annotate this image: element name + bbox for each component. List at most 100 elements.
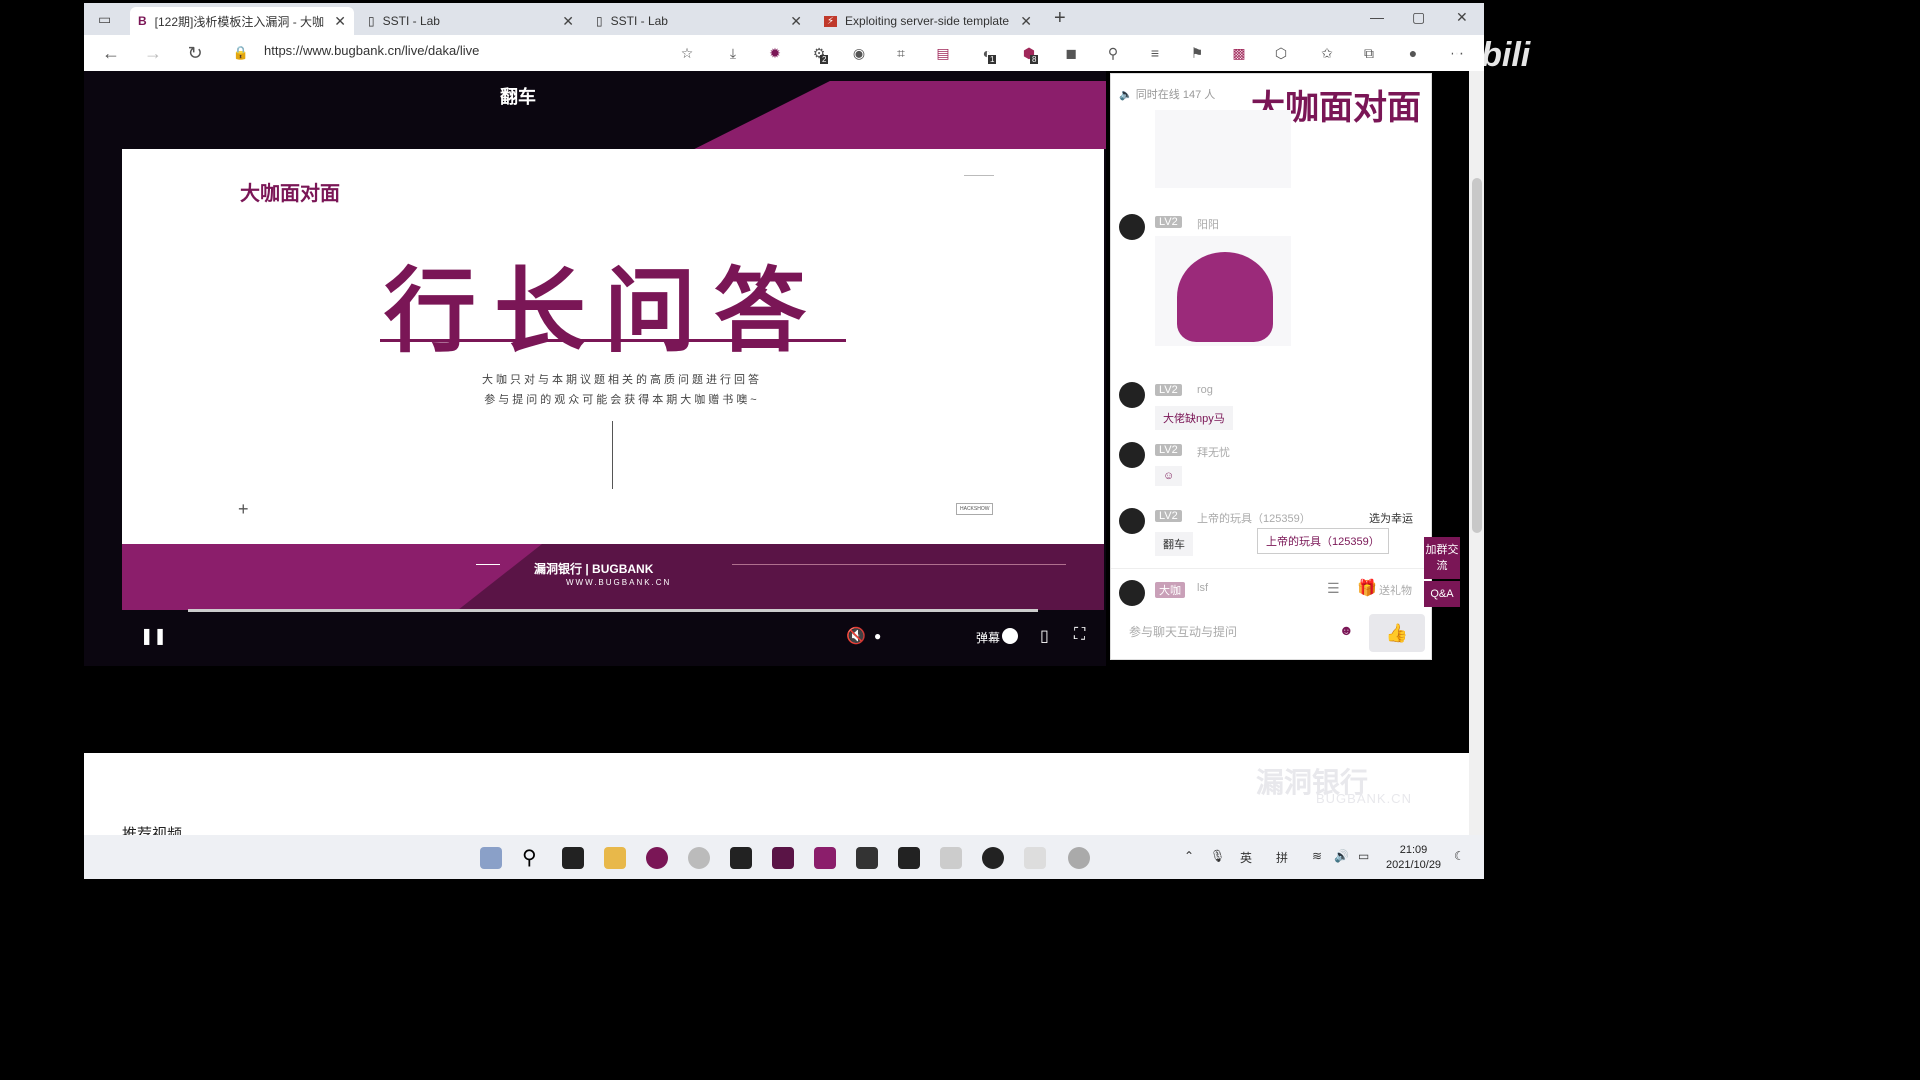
back-icon[interactable]: ← bbox=[100, 42, 122, 64]
new-tab-icon[interactable]: + bbox=[1054, 7, 1066, 30]
my-avatar[interactable] bbox=[1119, 580, 1145, 606]
tab-ssti-lab-1[interactable]: ▯ SSTI - Lab ✕ bbox=[360, 7, 582, 35]
page-content: 翻车 大咖面对面 行长问答 大咖只对与本期议题相关的高质问题进行回答 参与提问的… bbox=[84, 71, 1469, 879]
close-icon[interactable]: ✕ bbox=[562, 13, 574, 30]
volume-icon[interactable]: 🔊 bbox=[1334, 849, 1349, 863]
scrollbar-thumb[interactable] bbox=[1472, 178, 1482, 533]
microphone-icon[interactable]: 🎙 bbox=[1210, 849, 1225, 863]
gift-icon[interactable]: 🎁 bbox=[1357, 578, 1377, 598]
app-icon[interactable] bbox=[1024, 847, 1046, 869]
list-icon[interactable]: ☰ bbox=[1327, 580, 1340, 597]
ime-pinyin[interactable]: 拼 bbox=[1276, 849, 1288, 866]
lock-icon[interactable]: 🔒 bbox=[230, 42, 252, 64]
chat-input[interactable]: 参与聊天互动与提问 bbox=[1129, 623, 1237, 640]
edge-icon[interactable] bbox=[646, 847, 668, 869]
join-group-tab[interactable]: 加群交流 bbox=[1424, 537, 1460, 579]
notepad-icon[interactable] bbox=[940, 847, 962, 869]
extension-icon[interactable]: ▩ bbox=[1230, 44, 1248, 62]
avatar[interactable] bbox=[1119, 382, 1145, 408]
pause-icon[interactable]: ❚❚ bbox=[140, 626, 167, 646]
clock[interactable]: 21:09 2021/10/29 bbox=[1386, 843, 1441, 873]
collections-icon[interactable]: ⧉ bbox=[1360, 44, 1378, 62]
maximize-icon[interactable]: ▢ bbox=[1412, 9, 1425, 26]
app-icon[interactable] bbox=[1068, 847, 1090, 869]
window-close-icon[interactable]: ✕ bbox=[1456, 9, 1468, 26]
close-icon[interactable]: ✕ bbox=[790, 13, 802, 30]
username[interactable]: 阳阳 bbox=[1197, 216, 1219, 232]
send-gift-button[interactable]: 送礼物 bbox=[1379, 582, 1412, 598]
portswigger-favicon-icon: ⚡ bbox=[824, 15, 838, 27]
close-icon[interactable]: ✕ bbox=[1020, 13, 1032, 30]
minimize-icon[interactable]: — bbox=[1370, 9, 1384, 25]
chevron-up-icon[interactable]: ⌃ bbox=[1184, 849, 1194, 863]
divider bbox=[380, 339, 846, 342]
like-button[interactable]: 👍 bbox=[1369, 614, 1425, 652]
emoji-picker-icon[interactable]: ☻ bbox=[1339, 622, 1354, 638]
extension-badge: 2 bbox=[820, 55, 829, 64]
qa-tab[interactable]: Q&A bbox=[1424, 581, 1460, 607]
fullscreen-icon[interactable]: ⛶ bbox=[1074, 626, 1085, 644]
reload-icon[interactable]: ↻ bbox=[184, 42, 206, 64]
danmaku-toggle[interactable] bbox=[1002, 628, 1018, 644]
pycharm-icon[interactable] bbox=[730, 847, 752, 869]
extension-icon[interactable]: ▤ bbox=[934, 44, 952, 62]
progress-bar[interactable] bbox=[188, 609, 1038, 612]
search-icon[interactable]: ⚲ bbox=[522, 847, 544, 869]
favorites-icon[interactable]: ✩ bbox=[1318, 44, 1336, 62]
reply-tag[interactable]: 上帝的玩具（125359） bbox=[1257, 528, 1389, 554]
forward-icon[interactable]: → bbox=[142, 42, 164, 64]
level-badge: LV2 bbox=[1155, 444, 1182, 456]
crop-icon[interactable]: ⌗ bbox=[892, 44, 910, 62]
tab-ssti-lab-2[interactable]: ▯ SSTI - Lab ✕ bbox=[588, 7, 810, 35]
url-field[interactable]: https://www.bugbank.cn/live/daka/live bbox=[264, 43, 479, 58]
avatar[interactable] bbox=[1119, 442, 1145, 468]
download-icon[interactable]: ⤓ bbox=[724, 44, 742, 62]
username[interactable]: 拜无忧 bbox=[1197, 444, 1230, 460]
level-badge: LV2 bbox=[1155, 510, 1182, 522]
username[interactable]: rog bbox=[1197, 384, 1213, 396]
avatar[interactable] bbox=[1119, 508, 1145, 534]
username[interactable]: 上帝的玩具（125359） bbox=[1197, 510, 1311, 526]
start-icon[interactable] bbox=[480, 847, 502, 869]
extension-icon[interactable]: ≡ bbox=[1146, 44, 1164, 62]
profile-icon[interactable]: ● bbox=[1404, 44, 1422, 62]
phpstorm-icon[interactable] bbox=[814, 847, 836, 869]
tab-bugbank[interactable]: B [122期]浅析模板注入漏洞 - 大咖 ✕ bbox=[130, 7, 354, 35]
app-icon[interactable] bbox=[982, 847, 1004, 869]
notification-icon[interactable]: ☾ bbox=[1454, 849, 1465, 863]
video-player[interactable]: 翻车 大咖面对面 行长问答 大咖只对与本期议题相关的高质问题进行回答 参与提问的… bbox=[84, 71, 1106, 666]
ime-mode[interactable]: 英 bbox=[1240, 849, 1252, 866]
task-view-icon[interactable] bbox=[562, 847, 584, 869]
favorite-add-icon[interactable]: ☆ bbox=[678, 44, 696, 62]
tab-actions-icon[interactable]: ▭ bbox=[98, 11, 111, 28]
bugbank-url: WWW.BUGBANK.CN bbox=[566, 578, 672, 587]
wechat-icon[interactable] bbox=[688, 847, 710, 869]
slide-badge: HACKSHOW bbox=[956, 503, 994, 515]
tab-title: SSTI - Lab bbox=[610, 14, 668, 28]
intellij-icon[interactable] bbox=[772, 847, 794, 869]
extension-icon[interactable]: ✹ bbox=[766, 44, 784, 62]
avatar[interactable] bbox=[1119, 214, 1145, 240]
select-lucky-link[interactable]: 选为幸运 bbox=[1369, 510, 1413, 526]
terminal-icon[interactable] bbox=[898, 847, 920, 869]
file-explorer-icon[interactable] bbox=[604, 847, 626, 869]
video-title: 翻车 bbox=[500, 87, 536, 107]
wifi-icon[interactable]: ≋ bbox=[1312, 849, 1322, 863]
pin-icon[interactable]: ⚲ bbox=[1104, 44, 1122, 62]
mute-icon[interactable]: 🔇 bbox=[846, 626, 866, 646]
battery-icon[interactable]: ▭ bbox=[1358, 849, 1369, 863]
extension-icon[interactable]: ◉ bbox=[850, 44, 868, 62]
goland-icon[interactable] bbox=[856, 847, 878, 869]
extension-icon[interactable]: ◼ bbox=[1062, 44, 1080, 62]
slide-heading: 行长问答 bbox=[384, 261, 825, 363]
decor-banner bbox=[694, 81, 1106, 149]
close-icon[interactable]: ✕ bbox=[334, 13, 346, 30]
volume-slider[interactable]: ● bbox=[874, 629, 881, 643]
extension-icon[interactable]: ⚑ bbox=[1188, 44, 1206, 62]
sidebar-toggle-icon[interactable]: ▯ bbox=[1040, 626, 1049, 646]
slide-subtitle: 参与提问的观众可能会获得本期大咖赠书噢~ bbox=[484, 394, 760, 406]
tab-portswigger[interactable]: ⚡ Exploiting server-side template ✕ bbox=[816, 7, 1040, 35]
level-badge: LV2 bbox=[1155, 384, 1182, 396]
extension-icon[interactable]: ⬡ bbox=[1272, 44, 1290, 62]
bugbank-favicon-icon: B bbox=[138, 14, 147, 28]
